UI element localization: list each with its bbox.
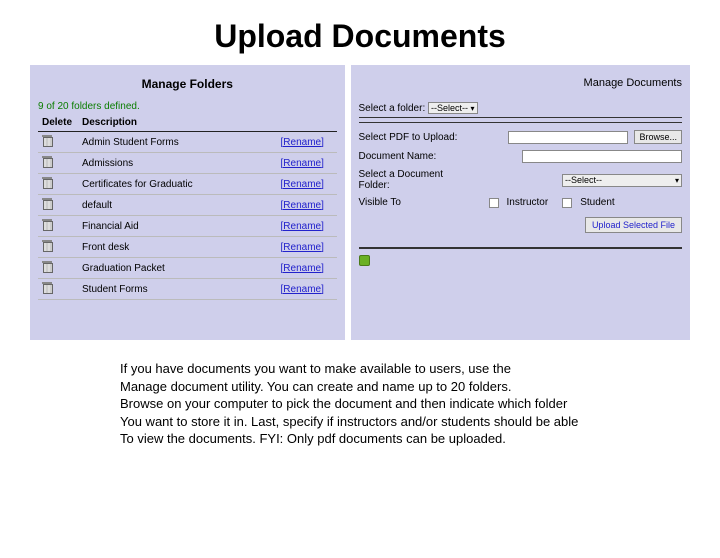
excel-export-icon[interactable] [359, 255, 370, 266]
folder-desc: Financial Aid [78, 216, 277, 237]
folder-desc: Student Forms [78, 279, 277, 300]
upload-selected-file-button[interactable]: Upload Selected File [585, 217, 682, 233]
divider [359, 122, 682, 123]
student-checkbox[interactable] [562, 198, 572, 208]
document-folder-label: Select a Document Folder: [359, 169, 469, 191]
folder-desc: default [78, 195, 277, 216]
document-folder-value: --Select-- [565, 175, 602, 185]
panels: Manage Folders 9 of 20 folders defined. … [0, 65, 720, 340]
explainer-line: Manage document utility. You can create … [120, 378, 640, 396]
col-description: Description [78, 114, 277, 132]
table-row: Student Forms [Rename] [38, 279, 337, 300]
rename-link[interactable]: [Rename] [281, 179, 324, 190]
select-folder-value: --Select-- [431, 103, 468, 113]
document-name-label: Document Name: [359, 151, 469, 162]
folder-count-text: 9 of 20 folders defined. [38, 101, 337, 112]
explainer-line: If you have documents you want to make a… [120, 360, 640, 378]
table-row: Front desk [Rename] [38, 237, 337, 258]
browse-button[interactable]: Browse... [634, 130, 682, 144]
document-ops-row [359, 255, 682, 269]
document-name-input[interactable] [522, 150, 682, 163]
trash-icon[interactable] [42, 156, 52, 167]
folder-table: Delete Description Admin Student Forms [… [38, 114, 337, 300]
explainer-line: Browse on your computer to pick the docu… [120, 395, 640, 413]
trash-icon[interactable] [42, 135, 52, 146]
trash-icon[interactable] [42, 219, 52, 230]
divider [359, 247, 682, 249]
folder-desc: Admin Student Forms [78, 132, 277, 153]
table-row: Certificates for Graduatic [Rename] [38, 174, 337, 195]
rename-link[interactable]: [Rename] [281, 221, 324, 232]
trash-icon[interactable] [42, 261, 52, 272]
select-folder-row: Select a folder: --Select-- ▾ [359, 99, 682, 118]
folder-desc: Front desk [78, 237, 277, 258]
select-folder-dropdown[interactable]: --Select-- ▾ [428, 102, 478, 114]
trash-icon[interactable] [42, 177, 52, 188]
rename-link[interactable]: [Rename] [281, 242, 324, 253]
trash-icon[interactable] [42, 282, 52, 293]
rename-link[interactable]: [Rename] [281, 158, 324, 169]
table-header-row: Delete Description [38, 114, 337, 132]
document-folder-row: Select a Document Folder: --Select-- ▾ [359, 166, 682, 194]
pdf-file-input[interactable] [508, 131, 628, 144]
manage-folders-panel: Manage Folders 9 of 20 folders defined. … [30, 65, 345, 340]
col-delete: Delete [38, 114, 78, 132]
folder-desc: Admissions [78, 153, 277, 174]
page-title: Upload Documents [0, 18, 720, 55]
document-name-row: Document Name: [359, 147, 682, 166]
pdf-upload-label: Select PDF to Upload: [359, 132, 469, 143]
col-actions [277, 114, 337, 132]
manage-folders-heading: Manage Folders [38, 77, 337, 91]
explainer-line: To view the documents. FYI: Only pdf doc… [120, 430, 640, 448]
rename-link[interactable]: [Rename] [281, 200, 324, 211]
table-row: Graduation Packet [Rename] [38, 258, 337, 279]
manage-documents-panel: Manage Documents Select a folder: --Sele… [351, 65, 690, 340]
student-checkbox-label: Student [580, 197, 614, 208]
trash-icon[interactable] [42, 240, 52, 251]
trash-icon[interactable] [42, 198, 52, 209]
explainer-text: If you have documents you want to make a… [0, 340, 720, 448]
instructor-checkbox-label: Instructor [507, 197, 549, 208]
folder-desc: Graduation Packet [78, 258, 277, 279]
table-row: Financial Aid [Rename] [38, 216, 337, 237]
chevron-down-icon: ▾ [675, 176, 679, 185]
rename-link[interactable]: [Rename] [281, 284, 324, 295]
explainer-line: You want to store it in. Last, specify i… [120, 413, 640, 431]
rename-link[interactable]: [Rename] [281, 263, 324, 274]
visible-to-row: Visible To Instructor Student [359, 194, 682, 211]
table-row: default [Rename] [38, 195, 337, 216]
upload-button-row: Upload Selected File [359, 211, 682, 239]
pdf-upload-row: Select PDF to Upload: Browse... [359, 127, 682, 147]
table-row: Admissions [Rename] [38, 153, 337, 174]
folder-desc: Certificates for Graduatic [78, 174, 277, 195]
manage-documents-heading: Manage Documents [359, 77, 682, 89]
table-row: Admin Student Forms [Rename] [38, 132, 337, 153]
chevron-down-icon: ▾ [471, 104, 475, 113]
rename-link[interactable]: [Rename] [281, 137, 324, 148]
select-folder-label: Select a folder: [359, 103, 426, 114]
instructor-checkbox[interactable] [489, 198, 499, 208]
visible-to-label: Visible To [359, 197, 469, 208]
document-folder-dropdown[interactable]: --Select-- ▾ [562, 174, 682, 187]
